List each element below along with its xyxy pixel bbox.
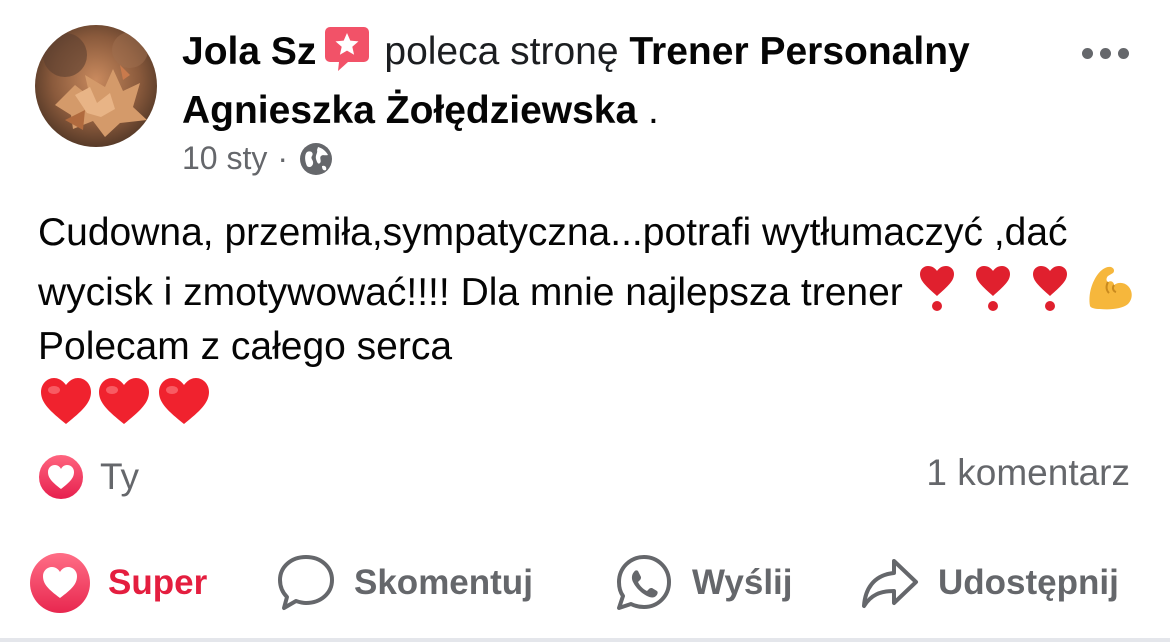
reactions-label: Ty	[100, 456, 140, 497]
divider	[0, 638, 1170, 642]
heart-exclamation-icon	[1033, 266, 1068, 311]
comment-button[interactable]: Skomentuj	[274, 548, 533, 618]
globe-icon	[300, 142, 333, 175]
comment-label: Skomentuj	[354, 563, 533, 602]
send-label: Wyślij	[692, 563, 793, 602]
avatar-image	[35, 25, 157, 147]
share-arrow-icon	[862, 559, 918, 608]
comments-count[interactable]: 1 komentarz	[926, 452, 1130, 494]
post-meta: 10 sty ·	[182, 140, 334, 177]
more-options-icon[interactable]	[1082, 42, 1130, 62]
heart-reaction-icon	[37, 453, 85, 501]
whatsapp-icon	[617, 555, 671, 610]
post-action-bar: Super Skomentuj Wyślij Udostępnij	[0, 548, 1170, 618]
post-date[interactable]: 10 sty	[182, 140, 267, 177]
share-label: Udostępnij	[938, 563, 1119, 602]
recommendation-star-icon	[324, 25, 370, 73]
post-verb: poleca stronę	[384, 30, 619, 73]
red-heart-icon	[41, 378, 91, 424]
heart-exclamation-icon	[919, 266, 954, 311]
share-button[interactable]: Udostępnij	[858, 548, 1119, 618]
page-name-suffix: .	[637, 89, 659, 132]
comment-bubble-icon	[278, 555, 334, 610]
post-text-part2: Polecam z całego serca	[38, 325, 453, 368]
red-heart-icon	[99, 378, 149, 424]
heart-icon	[30, 553, 90, 613]
flexed-biceps-icon	[1089, 266, 1132, 310]
super-label: Super	[108, 563, 208, 602]
send-button[interactable]: Wyślij	[612, 548, 793, 618]
super-button[interactable]: Super	[28, 548, 207, 618]
author-name[interactable]: Jola Sz	[182, 30, 316, 73]
heart-exclamation-icon	[976, 266, 1011, 311]
post-header: Jola Sz poleca stronę Trener Personalny A…	[182, 22, 1062, 140]
author-avatar[interactable]	[35, 25, 157, 147]
meta-separator: ·	[277, 140, 289, 176]
reactions-summary[interactable]: Ty	[36, 452, 139, 502]
red-heart-icon	[159, 378, 209, 424]
post-text: Cudowna, przemiła,sympatyczna...potrafi …	[38, 206, 1148, 434]
